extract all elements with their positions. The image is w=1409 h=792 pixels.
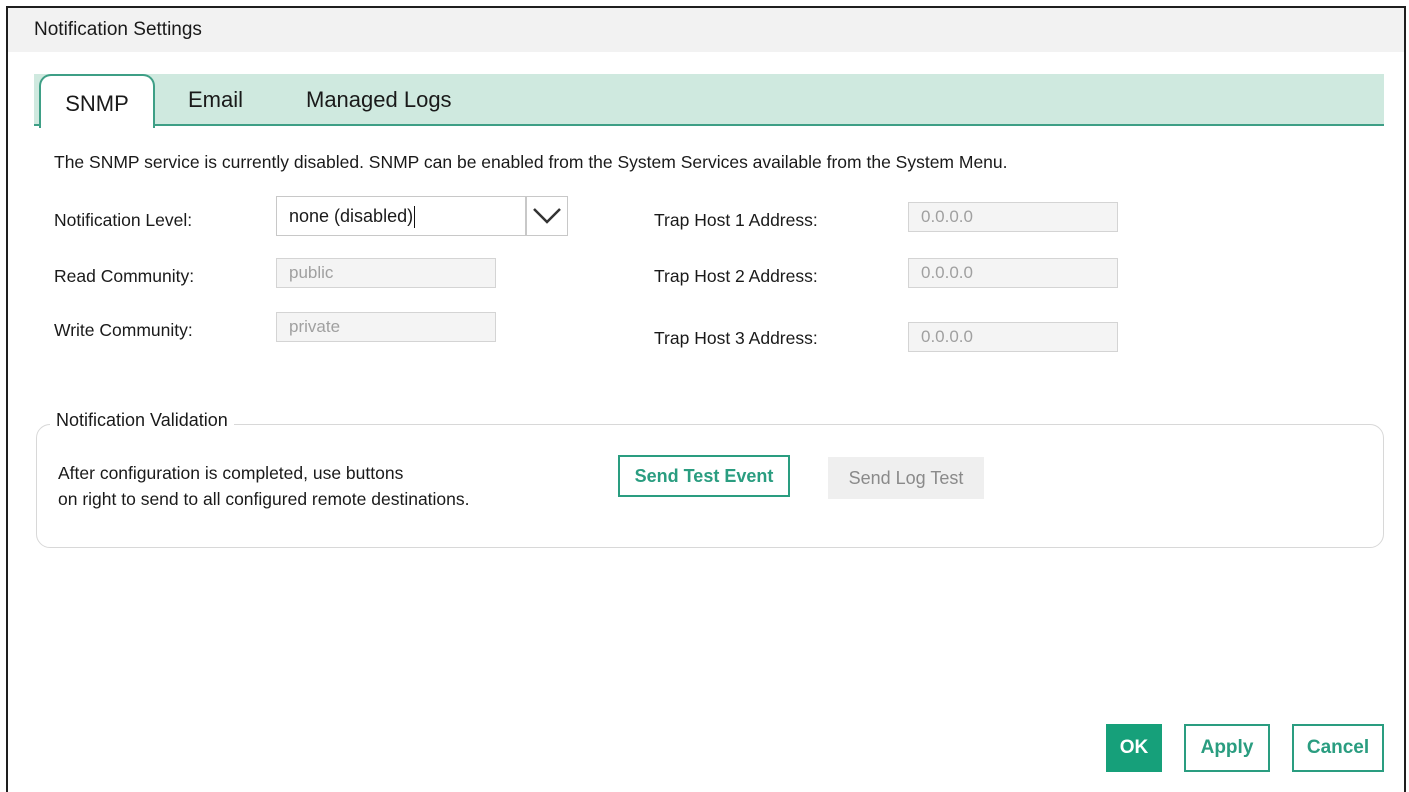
tab-strip: SNMP Email Managed Logs bbox=[34, 74, 1384, 128]
tab-managed-logs-label: Managed Logs bbox=[306, 87, 452, 112]
notification-level-dropdown-button[interactable] bbox=[526, 196, 568, 236]
tab-email-label: Email bbox=[188, 87, 244, 112]
validation-description-line1: After configuration is completed, use bu… bbox=[58, 463, 404, 483]
tab-managed-logs[interactable]: Managed Logs bbox=[306, 74, 452, 126]
chevron-down-icon bbox=[533, 208, 561, 224]
snmp-disabled-message: The SNMP service is currently disabled. … bbox=[54, 152, 1008, 172]
apply-button[interactable]: Apply bbox=[1184, 724, 1270, 772]
write-community-label: Write Community: bbox=[54, 320, 193, 340]
validation-description-line2: on right to send to all configured remot… bbox=[58, 489, 470, 509]
trap-host-1-input[interactable]: 0.0.0.0 bbox=[908, 202, 1118, 232]
trap-host-3-label: Trap Host 3 Address: bbox=[654, 328, 818, 348]
dialog-title: Notification Settings bbox=[8, 8, 1404, 52]
notification-level-select[interactable]: none (disabled) bbox=[276, 196, 526, 236]
notification-validation-title: Notification Validation bbox=[50, 410, 234, 431]
read-community-input[interactable]: public bbox=[276, 258, 496, 288]
write-community-input[interactable]: private bbox=[276, 312, 496, 342]
trap-host-1-label: Trap Host 1 Address: bbox=[654, 210, 818, 230]
tab-email[interactable]: Email bbox=[188, 74, 243, 126]
text-caret bbox=[414, 206, 416, 229]
notification-settings-dialog: Notification Settings SNMP Email Managed… bbox=[6, 6, 1406, 792]
ok-button[interactable]: OK bbox=[1106, 724, 1162, 772]
trap-host-2-label: Trap Host 2 Address: bbox=[654, 266, 818, 286]
send-test-event-button[interactable]: Send Test Event bbox=[618, 455, 790, 497]
tab-snmp-label: SNMP bbox=[65, 91, 129, 116]
cancel-button[interactable]: Cancel bbox=[1292, 724, 1384, 772]
tab-snmp[interactable]: SNMP bbox=[39, 74, 155, 128]
trap-host-2-input[interactable]: 0.0.0.0 bbox=[908, 258, 1118, 288]
notification-level-label: Notification Level: bbox=[54, 210, 193, 230]
send-log-test-button[interactable]: Send Log Test bbox=[828, 457, 984, 499]
validation-description: After configuration is completed, use bu… bbox=[58, 460, 578, 512]
read-community-label: Read Community: bbox=[54, 266, 195, 286]
notification-level-value: none (disabled) bbox=[289, 206, 414, 226]
trap-host-3-input[interactable]: 0.0.0.0 bbox=[908, 322, 1118, 352]
